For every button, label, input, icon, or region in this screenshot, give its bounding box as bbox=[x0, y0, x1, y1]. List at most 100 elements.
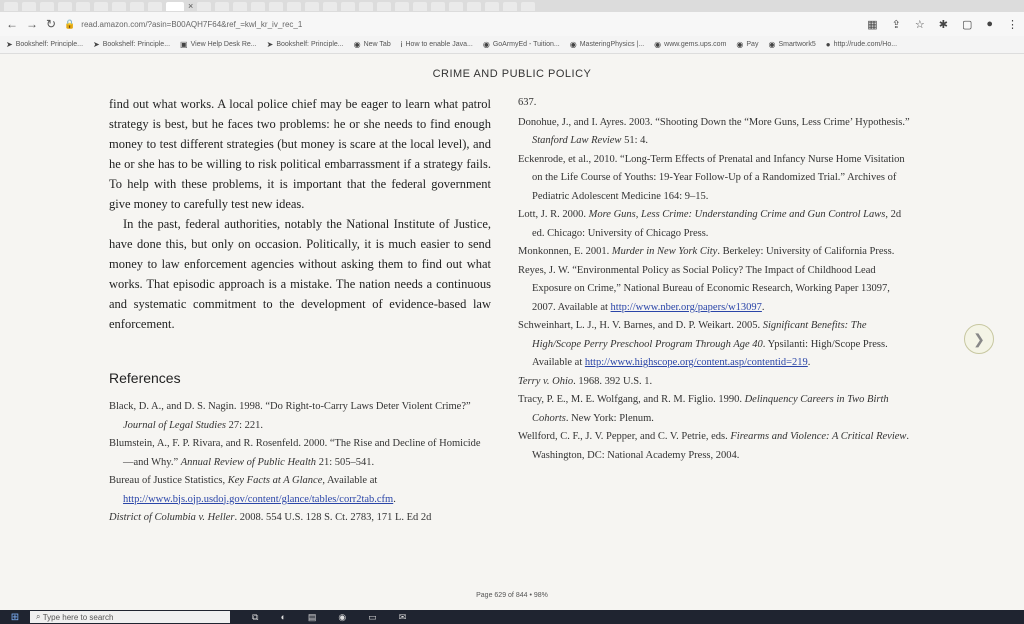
info-icon: i bbox=[400, 40, 403, 49]
reference-link[interactable]: http://www.bjs.ojp.usdoj.gov/content/gla… bbox=[123, 494, 393, 505]
reference-entry: Donohue, J., and I. Ayres. 2003. “Shooti… bbox=[518, 114, 913, 151]
share-icon[interactable]: ⇪ bbox=[892, 18, 901, 31]
browser-tab[interactable] bbox=[4, 1, 18, 11]
reference-entry: Blumstein, A., F. P. Rivara, and R. Rose… bbox=[109, 435, 491, 472]
window-icon[interactable]: ▢ bbox=[962, 18, 972, 31]
tab-close-icon[interactable]: × bbox=[188, 1, 193, 11]
browser-tab[interactable] bbox=[449, 1, 464, 11]
bookmark-item[interactable]: ◉ Smartwork5 bbox=[768, 40, 815, 49]
search-icon: ⌕ bbox=[36, 612, 43, 621]
browser-tab[interactable] bbox=[148, 1, 162, 11]
reference-text: . bbox=[761, 301, 765, 313]
browser-tab[interactable] bbox=[58, 1, 72, 11]
bookmarks-bar: ➤ Bookshelf: Principle... ➤ Bookshelf: Pri… bbox=[0, 36, 1024, 54]
browser-tab[interactable] bbox=[22, 1, 36, 11]
folder-icon[interactable]: ▭ bbox=[368, 612, 377, 623]
chrome-icon[interactable]: ◉ bbox=[338, 612, 346, 623]
reference-text: Lott, J. R. 2000. bbox=[518, 209, 589, 220]
menu-icon[interactable]: ⋮ bbox=[1007, 18, 1018, 31]
back-icon[interactable]: ← bbox=[6, 17, 18, 31]
reference-text: Black, D. A., and D. S. Nagin. 1998. “Do… bbox=[109, 401, 471, 412]
reference-entry: Wellford, C. F., J. V. Pepper, and C. V.… bbox=[518, 428, 913, 465]
browser-tab[interactable] bbox=[395, 1, 410, 11]
reference-text: . 2008. 554 U.S. 128 S. Ct. 2783, 171 L.… bbox=[234, 512, 432, 523]
taskbar-search[interactable]: ⌕ Type here to search bbox=[30, 611, 230, 623]
browser-tab[interactable] bbox=[359, 1, 374, 11]
bookmark-item[interactable]: ◉ GoArmyEd - Tuition... bbox=[483, 40, 560, 49]
browser-tab[interactable] bbox=[305, 1, 320, 11]
browser-tab[interactable] bbox=[215, 1, 230, 11]
bookmark-item[interactable]: ◉ www.gems.ups.com bbox=[654, 40, 726, 49]
browser-tab-active[interactable] bbox=[166, 1, 184, 11]
bookmark-item[interactable]: ◉ Pay bbox=[736, 40, 758, 49]
mail-icon[interactable]: ✉ bbox=[399, 612, 407, 623]
reference-title: Murder in New York City bbox=[611, 246, 718, 257]
body-paragraph: In the past, federal authorities, notabl… bbox=[109, 217, 491, 331]
browser-tab[interactable] bbox=[377, 1, 392, 11]
browser-tab[interactable] bbox=[197, 1, 212, 11]
edge-icon[interactable]: ◐ bbox=[280, 612, 285, 623]
browser-tab[interactable] bbox=[503, 1, 518, 11]
store-icon[interactable]: ▤ bbox=[308, 612, 317, 623]
reference-entry: Terry v. Ohio. 1968. 392 U.S. 1. bbox=[518, 373, 913, 392]
browser-tab[interactable] bbox=[76, 1, 90, 11]
bookmark-item[interactable]: i How to enable Java... bbox=[401, 40, 473, 49]
browser-tab[interactable] bbox=[112, 1, 126, 11]
reference-text: Tracy, P. E., M. E. Wolfgang, and R. M. … bbox=[518, 394, 745, 405]
arrow-icon: ➤ bbox=[93, 40, 100, 49]
windows-start-icon[interactable]: ⊞ bbox=[0, 612, 30, 623]
browser-tab[interactable] bbox=[94, 1, 108, 11]
reference-text: Schweinhart, L. J., H. V. Barnes, and D.… bbox=[518, 320, 763, 331]
bookmark-item[interactable]: ◉ MasteringPhysics |... bbox=[570, 40, 644, 49]
chevron-right-icon: ❯ bbox=[973, 330, 985, 347]
puzzle-icon[interactable]: ✱ bbox=[939, 18, 948, 31]
profile-icon[interactable]: ● bbox=[986, 18, 993, 31]
browser-tab[interactable] bbox=[323, 1, 338, 11]
body-paragraph: find out what works. A local police chie… bbox=[109, 97, 491, 211]
reader-viewport: CRIME AND PUBLIC POLICY find out what wo… bbox=[0, 54, 1024, 610]
browser-tab[interactable] bbox=[341, 1, 356, 11]
globe-icon: ◉ bbox=[482, 40, 490, 49]
forward-icon[interactable]: → bbox=[26, 17, 38, 31]
address-bar[interactable]: 🔒 read.amazon.com/?asin=B00AQH7F64&ref_=… bbox=[64, 15, 867, 33]
browser-tab[interactable] bbox=[269, 1, 284, 11]
browser-tab[interactable] bbox=[130, 1, 144, 11]
reference-text: , Available at bbox=[322, 475, 378, 486]
reference-title: Terry v. Ohio bbox=[518, 375, 574, 387]
browser-tab[interactable] bbox=[413, 1, 428, 11]
reference-text: . New York: Plenum. bbox=[565, 412, 654, 424]
reference-title: Annual Review of Public Health bbox=[180, 456, 317, 468]
bookmark-item[interactable]: ➤ Bookshelf: Principle... bbox=[6, 40, 83, 49]
browser-tab[interactable] bbox=[431, 1, 446, 11]
bookmark-item[interactable]: ➤ Bookshelf: Principle... bbox=[93, 40, 170, 49]
bookmark-item[interactable]: ◉ New Tab bbox=[354, 40, 391, 49]
reference-text: 21: 505–541. bbox=[316, 456, 375, 468]
reference-entry: Tracy, P. E., M. E. Wolfgang, and R. M. … bbox=[518, 391, 913, 428]
reload-icon[interactable]: ↻ bbox=[46, 17, 56, 31]
reference-link[interactable]: http://www.highscope.org/content.asp/con… bbox=[585, 357, 808, 368]
extension-icon[interactable]: ▦ bbox=[867, 18, 877, 31]
taskbar: ⊞ ⌕ Type here to search ⧉ ◐ ▤ ◉ ▭ ✉ bbox=[0, 610, 1024, 624]
bookmark-item[interactable]: ● http://rude.com/Ho... bbox=[826, 40, 897, 49]
reference-title: Key Facts at A Glance bbox=[227, 475, 323, 486]
reference-text: Monkonnen, E. 2001. bbox=[518, 246, 612, 257]
browser-tab[interactable] bbox=[40, 1, 54, 11]
reference-text: 27: 221. bbox=[225, 419, 264, 431]
browser-tab[interactable] bbox=[251, 1, 266, 11]
bookmark-item[interactable]: ▣ View Help Desk Re... bbox=[180, 40, 257, 49]
browser-tab[interactable] bbox=[287, 1, 302, 11]
star-icon[interactable]: ☆ bbox=[915, 18, 925, 31]
browser-tab[interactable] bbox=[521, 1, 536, 11]
browser-tab[interactable] bbox=[467, 1, 482, 11]
reference-text: Bureau of Justice Statistics, bbox=[109, 475, 228, 486]
reference-link[interactable]: http://www.nber.org/papers/w13097 bbox=[611, 302, 762, 313]
browser-tab[interactable] bbox=[485, 1, 500, 11]
reference-entry: Eckenrode, et al., 2010. “Long-Term Effe… bbox=[518, 151, 913, 207]
browser-tab[interactable] bbox=[233, 1, 248, 11]
next-page-button[interactable]: ❯ bbox=[964, 324, 994, 354]
reference-text: . Berkeley: University of California Pre… bbox=[717, 246, 895, 257]
page-status: Page 629 of 844 • 98% bbox=[476, 592, 548, 599]
bookmark-item[interactable]: ➤ Bookshelf: Principle... bbox=[267, 40, 344, 49]
reference-text: Wellford, C. F., J. V. Pepper, and C. V.… bbox=[518, 431, 731, 442]
task-view-icon[interactable]: ⧉ bbox=[252, 612, 258, 623]
